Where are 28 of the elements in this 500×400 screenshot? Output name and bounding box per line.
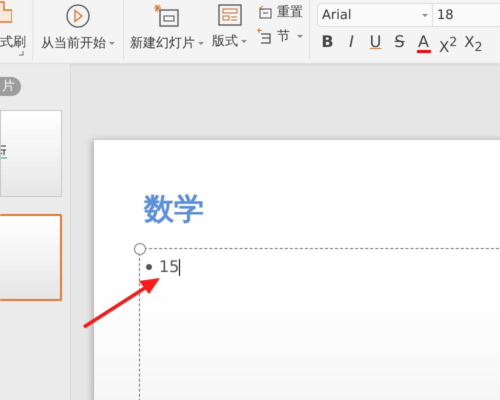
resize-handle[interactable] [134,243,146,255]
thumbnail-text-drawing [1,145,7,159]
format-painter-button[interactable]: 式刷 [0,33,26,51]
reset-icon [257,5,273,19]
color-button[interactable]: A [415,33,432,56]
new-slide-button[interactable]: 新建幻灯片 [130,34,204,52]
underline-button[interactable]: U [367,33,384,56]
new-slide-icon[interactable] [154,4,180,28]
brush-icon [0,0,12,24]
text-cursor [179,258,180,276]
layout-button[interactable]: 版式 [212,32,247,50]
layout-icon[interactable] [218,4,242,26]
sub-button[interactable]: X$_{2}$ [464,33,482,56]
reset-button[interactable]: 重置 [257,3,303,21]
bullet-icon [146,264,152,270]
play-from-current-button[interactable]: 从当前开始 [41,34,115,52]
super-button[interactable]: X$^{2}$ [439,33,458,56]
strike-button[interactable]: S [391,33,408,56]
italic-button[interactable]: I [343,33,360,56]
slide-thumbnail[interactable] [0,110,62,197]
slide-title: 数学 [144,192,204,228]
slide-thumbnail[interactable] [0,214,62,301]
play-icon[interactable] [66,4,90,28]
bullet-text: 15 [159,257,180,277]
section-button[interactable]: 节 [257,27,303,45]
section-icon [257,28,273,44]
bold-button[interactable]: B [319,33,336,56]
expand-icon[interactable] [19,51,24,56]
